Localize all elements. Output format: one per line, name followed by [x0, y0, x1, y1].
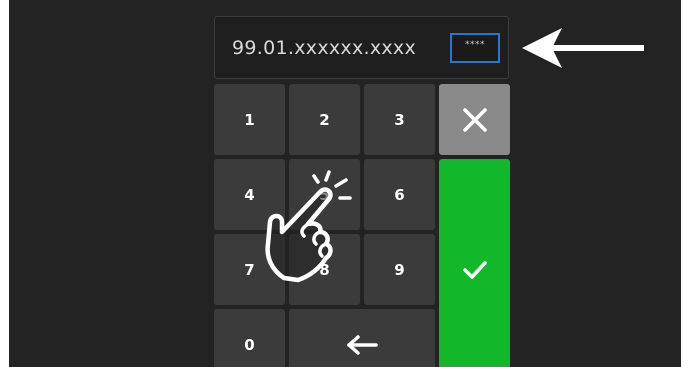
- key-2[interactable]: 2: [289, 84, 360, 155]
- clear-button[interactable]: [439, 84, 510, 155]
- key-9[interactable]: 9: [364, 234, 435, 305]
- backspace-button[interactable]: [289, 309, 435, 367]
- keypad-screen: 99.01.xxxxxx.xxxx **** 1 2 3 4 5 6 7 8 9…: [9, 0, 681, 367]
- backspace-arrow-icon: [347, 334, 378, 355]
- key-6[interactable]: 6: [364, 159, 435, 230]
- check-icon: [462, 261, 487, 279]
- key-0[interactable]: 0: [214, 309, 285, 367]
- key-3[interactable]: 3: [364, 84, 435, 155]
- mask-toggle-button[interactable]: ****: [450, 33, 500, 63]
- confirm-button[interactable]: [439, 159, 510, 367]
- hand-tap-icon: [265, 170, 352, 283]
- input-display[interactable]: 99.01.xxxxxx.xxxx ****: [214, 16, 509, 79]
- left-arrow-icon: [522, 28, 644, 68]
- input-value: 99.01.xxxxxx.xxxx: [232, 37, 417, 59]
- key-1[interactable]: 1: [214, 84, 285, 155]
- close-icon: [462, 107, 487, 132]
